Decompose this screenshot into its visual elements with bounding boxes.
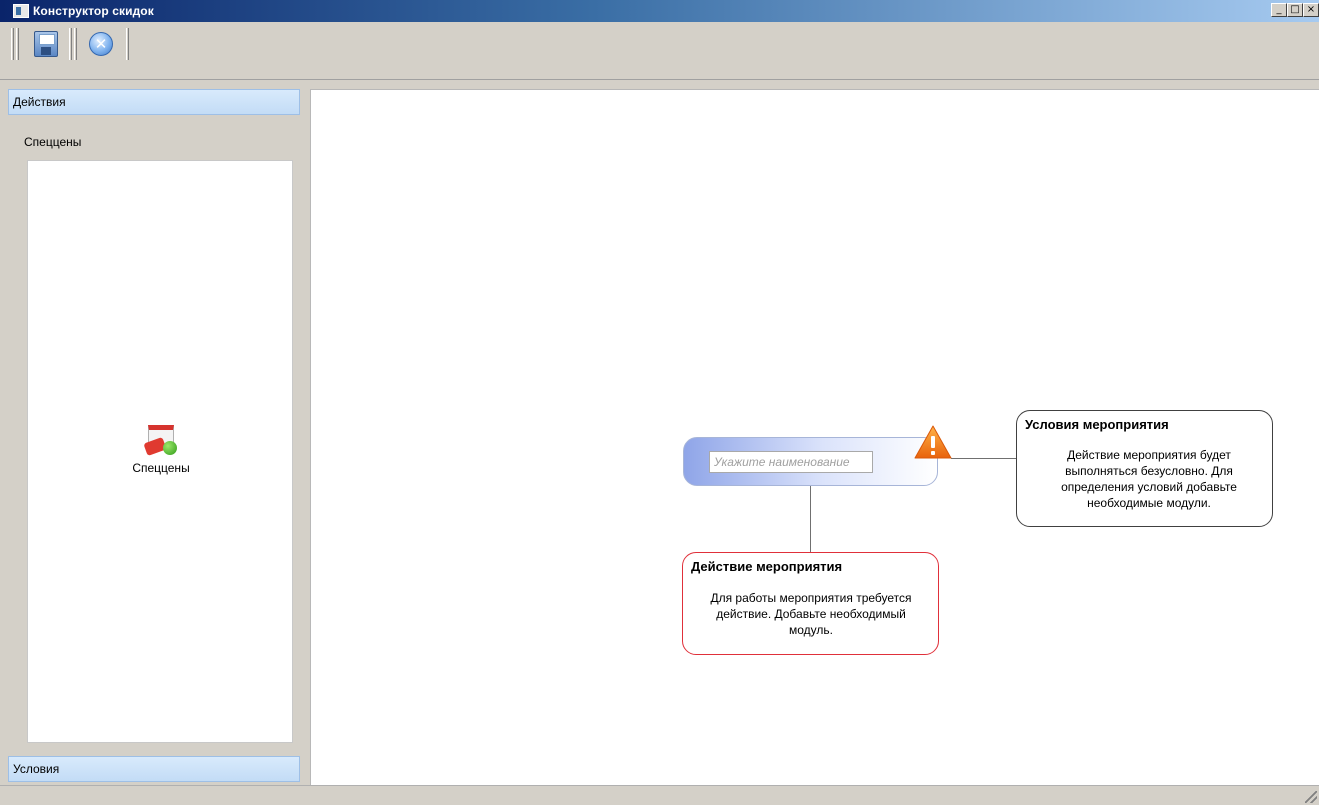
cancel-circle-icon: ✕	[89, 32, 113, 56]
minimize-button[interactable]: _	[1271, 3, 1287, 17]
save-button[interactable]	[29, 27, 63, 61]
status-bar	[0, 785, 1319, 805]
connector-line	[951, 458, 1017, 459]
connector-line	[810, 486, 811, 552]
conditions-callout-title: Условия мероприятия	[1025, 417, 1169, 432]
action-callout-text: Для работы мероприятия требуется действи…	[710, 591, 912, 637]
actions-section-header[interactable]: Действия	[8, 89, 300, 115]
app-icon	[13, 4, 29, 18]
toolbar-separator	[69, 28, 72, 60]
actions-list[interactable]: Спеццены	[27, 160, 293, 743]
toolbar-separator	[74, 28, 77, 60]
warning-triangle-icon[interactable]	[913, 424, 953, 460]
toolbar-separator	[126, 28, 129, 60]
sidebar: Действия Спеццены Спеццены Условия	[8, 89, 300, 785]
cancel-button[interactable]: ✕	[84, 27, 118, 61]
resize-grip-icon[interactable]	[1305, 791, 1317, 803]
group-label: Спеццены	[24, 135, 82, 149]
list-item-label: Спеццены	[132, 461, 190, 475]
conditions-callout-text: Действие мероприятия будет выполняться б…	[1061, 448, 1237, 510]
window-title: Конструктор скидок	[33, 4, 154, 18]
title-bar[interactable]: Конструктор скидок _ □ ×	[0, 0, 1319, 22]
name-input[interactable]	[709, 451, 873, 473]
close-button[interactable]: ×	[1303, 3, 1319, 17]
toolbar-grip[interactable]	[11, 28, 14, 60]
toolbar-grip	[16, 28, 19, 60]
special-price-icon	[143, 423, 179, 459]
action-callout-title: Действие мероприятия	[691, 559, 843, 574]
toolbar: ✕	[0, 22, 1319, 80]
designer-canvas[interactable]: Условия мероприятия Действие мероприятия…	[310, 89, 1319, 785]
list-item[interactable]: Спеццены	[108, 423, 214, 475]
maximize-button[interactable]: □	[1287, 3, 1303, 17]
conditions-callout[interactable]: Условия мероприятия Действие мероприятия…	[1016, 410, 1273, 527]
window-controls: _ □ ×	[1271, 3, 1319, 17]
action-callout[interactable]: Действие мероприятия Для работы мероприя…	[682, 552, 939, 655]
floppy-disk-icon	[34, 31, 58, 57]
conditions-section-header[interactable]: Условия	[8, 756, 300, 782]
promotion-node[interactable]	[683, 437, 938, 486]
